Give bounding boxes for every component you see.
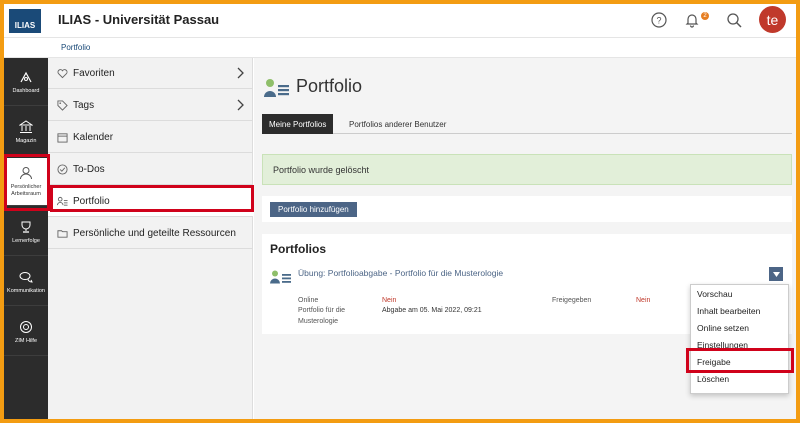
prop-online-value: Nein (382, 297, 397, 304)
rail-label: Lernerfolge (12, 237, 40, 244)
slate-item-label: To-Dos (73, 163, 105, 175)
dashboard-icon (18, 69, 34, 85)
slate-item-label: Persönliche und geteilte Ressourcen (73, 227, 236, 239)
svg-text:?: ? (656, 16, 661, 26)
help-icon[interactable]: ? (649, 10, 669, 30)
page-title: Portfolio (296, 76, 363, 96)
slate-menu: Favoriten Tags Kalender To-Dos Portfolio… (48, 58, 253, 419)
add-portfolio-button[interactable]: Portfolio hinzufügen (270, 202, 357, 217)
trophy-icon (18, 219, 34, 235)
prop-shared-value: Nein (636, 297, 651, 304)
app-window: ILIAS ILIAS - Universität Passau ? 2 te … (4, 4, 796, 419)
help-icon (18, 319, 34, 335)
portfolio-item-icon (270, 270, 292, 289)
main-bar: Dashboard Magazin Persönlicher Arbeitsra… (4, 58, 48, 419)
tab-portfolios-anderer-benutzer[interactable]: Portfolios anderer Benutzer (342, 114, 453, 134)
slate-item-label: Tags (73, 99, 95, 111)
rail-label: Magazin (15, 137, 37, 144)
slate-item-label: Favoriten (73, 67, 115, 79)
tag-icon (56, 99, 68, 111)
slate-item-ressourcen[interactable]: Persönliche und geteilte Ressourcen (48, 218, 253, 249)
highlight-rail-personal-workspace (4, 154, 50, 211)
rail-label: Kommunikation (7, 287, 45, 294)
breadcrumb-item-portfolio[interactable]: Portfolio (61, 43, 90, 52)
app-title: ILIAS - Universität Passau (58, 12, 220, 27)
rail-item-kommunikation[interactable]: Kommunikation (4, 258, 48, 306)
highlight-slate-portfolio (50, 185, 254, 212)
rail-item-magazin[interactable]: Magazin (4, 108, 48, 156)
menu-item-vorschau[interactable]: Vorschau (697, 289, 732, 299)
slate-item-todos[interactable]: To-Dos (48, 154, 253, 185)
avatar[interactable]: te (759, 6, 786, 33)
slate-item-favoriten[interactable]: Favoriten (48, 58, 253, 89)
toolbar: Portfolio hinzufügen (262, 196, 792, 222)
rail-item-zim-hilfe[interactable]: ZIM Hilfe (4, 308, 48, 356)
tab-bar: Meine Portfolios Portfolios anderer Benu… (262, 114, 792, 134)
prop-shared-label: Freigegeben (552, 297, 592, 304)
prop-online-label: Online (298, 297, 319, 304)
ilias-logo[interactable]: ILIAS (9, 9, 41, 33)
highlight-menu-freigabe (686, 348, 794, 373)
bell-icon[interactable] (682, 10, 702, 30)
library-icon (18, 119, 34, 135)
rail-label: Dashboard (12, 87, 40, 94)
slate-item-tags[interactable]: Tags (48, 90, 253, 121)
prop-portfolio-value: Abgabe am 05. Mai 2022, 09:21 (382, 307, 482, 314)
tab-meine-portfolios[interactable]: Meine Portfolios (262, 114, 334, 134)
rail-label: ZIM Hilfe (15, 337, 37, 344)
rail-item-dashboard[interactable]: Dashboard (4, 58, 48, 106)
menu-item-loeschen[interactable]: Löschen (697, 374, 729, 384)
portfolio-item-title[interactable]: Übung: Portfolioabgabe - Portfolio für d… (298, 268, 503, 278)
rail-item-lernerfolge[interactable]: Lernerfolge (4, 208, 48, 256)
heart-icon (56, 67, 68, 79)
notification-badge: 2 (701, 12, 709, 20)
menu-item-inhalt-bearbeiten[interactable]: Inhalt bearbeiten (697, 306, 760, 316)
success-message: Portfolio wurde gelöscht (262, 154, 792, 185)
prop-portfolio-label: Portfolio für die Musterologie (298, 307, 346, 325)
header: ILIAS ILIAS - Universität Passau ? 2 te (4, 4, 796, 38)
breadcrumb: Portfolio (4, 38, 796, 58)
menu-item-online-setzen[interactable]: Online setzen (697, 323, 749, 333)
chevron-right-icon (237, 67, 245, 82)
actions-dropdown-button[interactable] (769, 267, 783, 281)
portfolio-title-icon (264, 78, 290, 103)
panel-title: Portfolios (270, 242, 326, 256)
caret-down-icon (772, 271, 780, 277)
chat-icon (18, 269, 34, 285)
slate-item-kalender[interactable]: Kalender (48, 122, 253, 153)
folder-icon (56, 227, 68, 239)
check-circle-icon (56, 163, 68, 175)
chevron-right-icon (237, 99, 245, 114)
calendar-icon (56, 131, 68, 143)
actions-dropdown-menu: Vorschau Inhalt bearbeiten Online setzen… (690, 284, 789, 394)
slate-item-label: Kalender (73, 131, 114, 143)
search-icon[interactable] (724, 10, 744, 30)
